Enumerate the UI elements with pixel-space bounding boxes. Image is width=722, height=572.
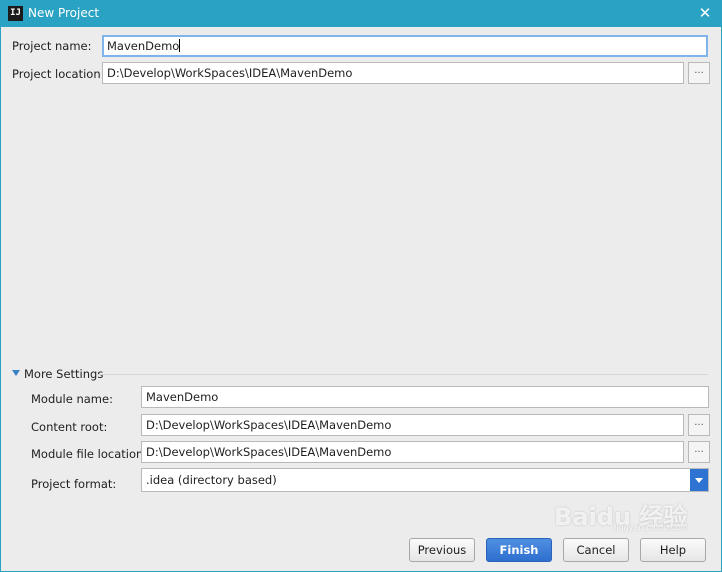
module-file-location-label: Module file location: (31, 447, 148, 461)
baidu-watermark: Baidu 经验 jingyan.baidu.com (554, 497, 714, 537)
watermark-subtext: jingyan.baidu.com (614, 523, 688, 532)
project-location-browse-button[interactable]: ... (688, 62, 710, 84)
content-root-value: D:\Develop\WorkSpaces\IDEA\MavenDemo (146, 418, 392, 432)
project-format-label: Project format: (31, 477, 117, 491)
project-location-input[interactable]: D:\Develop\WorkSpaces\IDEA\MavenDemo (102, 62, 684, 84)
content-root-browse-button[interactable]: ... (688, 414, 710, 436)
expand-triangle-icon[interactable] (12, 370, 20, 376)
dropdown-arrow-button[interactable] (690, 469, 708, 491)
cancel-button[interactable]: Cancel (563, 538, 629, 562)
window-title: New Project (28, 6, 100, 20)
module-name-input[interactable]: MavenDemo (141, 386, 709, 408)
project-name-value: MavenDemo (107, 39, 180, 53)
project-name-label: Project name: (12, 39, 92, 53)
project-location-value: D:\Develop\WorkSpaces\IDEA\MavenDemo (107, 66, 353, 80)
help-button[interactable]: Help (640, 538, 706, 562)
title-bar: IJ New Project ✕ (0, 0, 722, 27)
module-file-location-input[interactable]: D:\Develop\WorkSpaces\IDEA\MavenDemo (141, 441, 684, 463)
module-file-location-value: D:\Develop\WorkSpaces\IDEA\MavenDemo (146, 445, 392, 459)
content-root-label: Content root: (31, 420, 108, 434)
close-icon[interactable]: ✕ (694, 3, 716, 23)
finish-button[interactable]: Finish (486, 538, 552, 562)
project-format-value: .idea (directory based) (146, 473, 277, 487)
project-name-input[interactable]: MavenDemo (102, 35, 708, 57)
intellij-app-icon: IJ (8, 6, 23, 21)
previous-button[interactable]: Previous (409, 538, 475, 562)
project-format-dropdown[interactable]: .idea (directory based) (141, 468, 709, 492)
section-divider (97, 374, 708, 375)
module-file-location-browse-button[interactable]: ... (688, 441, 710, 463)
text-caret (179, 39, 181, 52)
chevron-down-icon (695, 478, 703, 483)
module-name-value: MavenDemo (146, 390, 219, 404)
content-root-input[interactable]: D:\Develop\WorkSpaces\IDEA\MavenDemo (141, 414, 684, 436)
module-name-label: Module name: (31, 392, 113, 406)
more-settings-toggle[interactable]: More Settings (24, 366, 103, 382)
project-location-label: Project location: (12, 67, 105, 81)
